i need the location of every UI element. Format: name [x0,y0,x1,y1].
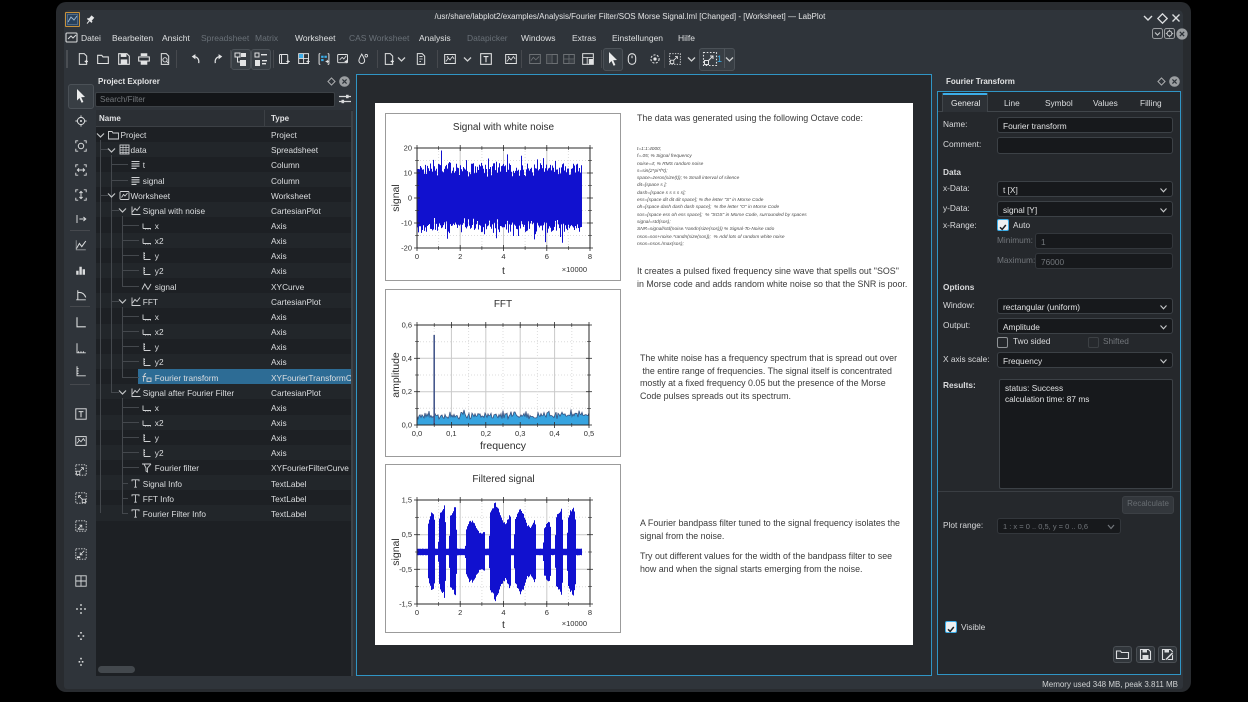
svg-text:-20: -20 [401,244,412,253]
svg-text:amplitude: amplitude [390,352,402,398]
svg-text:Signal with white noise: Signal with white noise [453,122,555,133]
svg-text:10: 10 [404,169,412,178]
svg-text:0,0: 0,0 [402,421,412,430]
svg-text:8: 8 [588,608,592,617]
svg-text:20: 20 [404,144,412,153]
svg-text:signal: signal [390,184,402,211]
svg-text:-1,5: -1,5 [399,600,412,609]
svg-text:8: 8 [588,252,592,261]
svg-text:4: 4 [501,608,505,617]
svg-text:frequency: frequency [480,440,527,452]
svg-text:6: 6 [545,252,549,261]
svg-text:0,4: 0,4 [549,429,559,438]
svg-text:2: 2 [458,608,462,617]
svg-text:2: 2 [458,252,462,261]
svg-text:-10: -10 [401,219,412,228]
svg-text:0,2: 0,2 [481,429,491,438]
svg-text:0,2: 0,2 [402,387,412,396]
svg-text:4: 4 [501,252,505,261]
svg-text:0,5: 0,5 [584,429,594,438]
svg-text:0,0: 0,0 [412,429,422,438]
svg-text:0,4: 0,4 [402,354,412,363]
svg-text:0,3: 0,3 [515,429,525,438]
svg-text:0: 0 [415,608,419,617]
svg-text:0,6: 0,6 [402,321,412,330]
svg-text:0,5: 0,5 [402,530,412,539]
svg-text:×10000: ×10000 [562,265,587,274]
svg-text:0,1: 0,1 [446,429,456,438]
svg-text:FFT: FFT [494,299,512,310]
svg-text:0: 0 [408,194,412,203]
svg-text:Filtered signal: Filtered signal [472,474,534,485]
svg-text:0: 0 [415,252,419,261]
svg-text:t: t [502,265,505,277]
svg-text:signal: signal [390,538,402,565]
svg-text:6: 6 [545,608,549,617]
svg-text:1,5: 1,5 [402,496,412,505]
svg-text:t: t [502,619,505,631]
svg-text:×10000: ×10000 [562,619,587,628]
